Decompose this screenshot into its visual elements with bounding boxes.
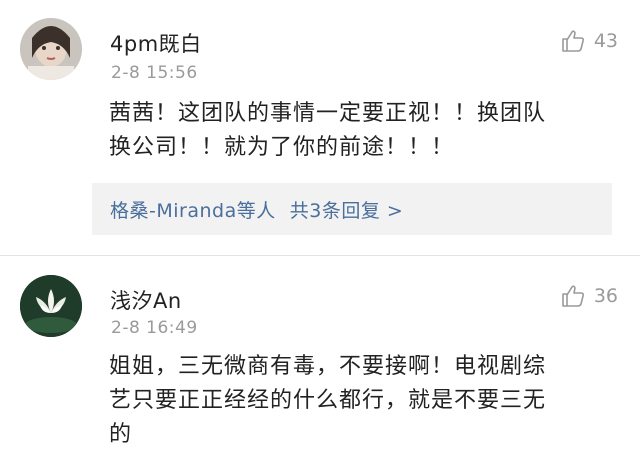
thumbs-up-icon (562, 285, 584, 307)
like-count: 43 (593, 30, 618, 52)
comment-text-line: 艺只要正正经经的什么都行，就是不要三无 (109, 388, 547, 413)
comment-text-line: 的 (109, 422, 133, 447)
username[interactable]: 浅汐An (110, 285, 182, 315)
replies-preview[interactable]: 格桑-Miranda等人 共3条回复 > (92, 183, 612, 235)
timestamp: 2-8 15:56 (111, 63, 198, 83)
reply-names[interactable]: 格桑-Miranda等人 (110, 196, 276, 223)
like-count: 36 (593, 285, 618, 307)
divider (0, 255, 640, 256)
user-avatar-photo-icon (20, 18, 82, 80)
like-button[interactable]: 36 (560, 283, 618, 309)
username[interactable]: 4pm既白 (110, 28, 202, 58)
lotus-avatar-icon (20, 275, 82, 337)
avatar[interactable] (20, 18, 82, 80)
comment-text: 姐姐，三无微商有毒，不要接啊！电视剧综 艺只要正正经经的什么都行，就是不要三无 … (109, 350, 619, 452)
thumbs-up-icon (562, 30, 584, 52)
comment-text-line: 姐姐，三无微商有毒，不要接啊！电视剧综 (109, 354, 547, 379)
comment-text-line: 换公司！！就为了你的前途！！！ (109, 135, 455, 160)
like-button[interactable]: 43 (560, 28, 618, 54)
comment-text: 茜茜！这团队的事情一定要正视！！换团队 换公司！！就为了你的前途！！！ (109, 97, 619, 165)
avatar[interactable] (20, 275, 82, 337)
reply-count-link[interactable]: 共3条回复 > (290, 196, 404, 223)
timestamp: 2-8 16:49 (111, 318, 198, 338)
comment-text-line: 茜茜！这团队的事情一定要正视！！换团队 (109, 101, 547, 126)
